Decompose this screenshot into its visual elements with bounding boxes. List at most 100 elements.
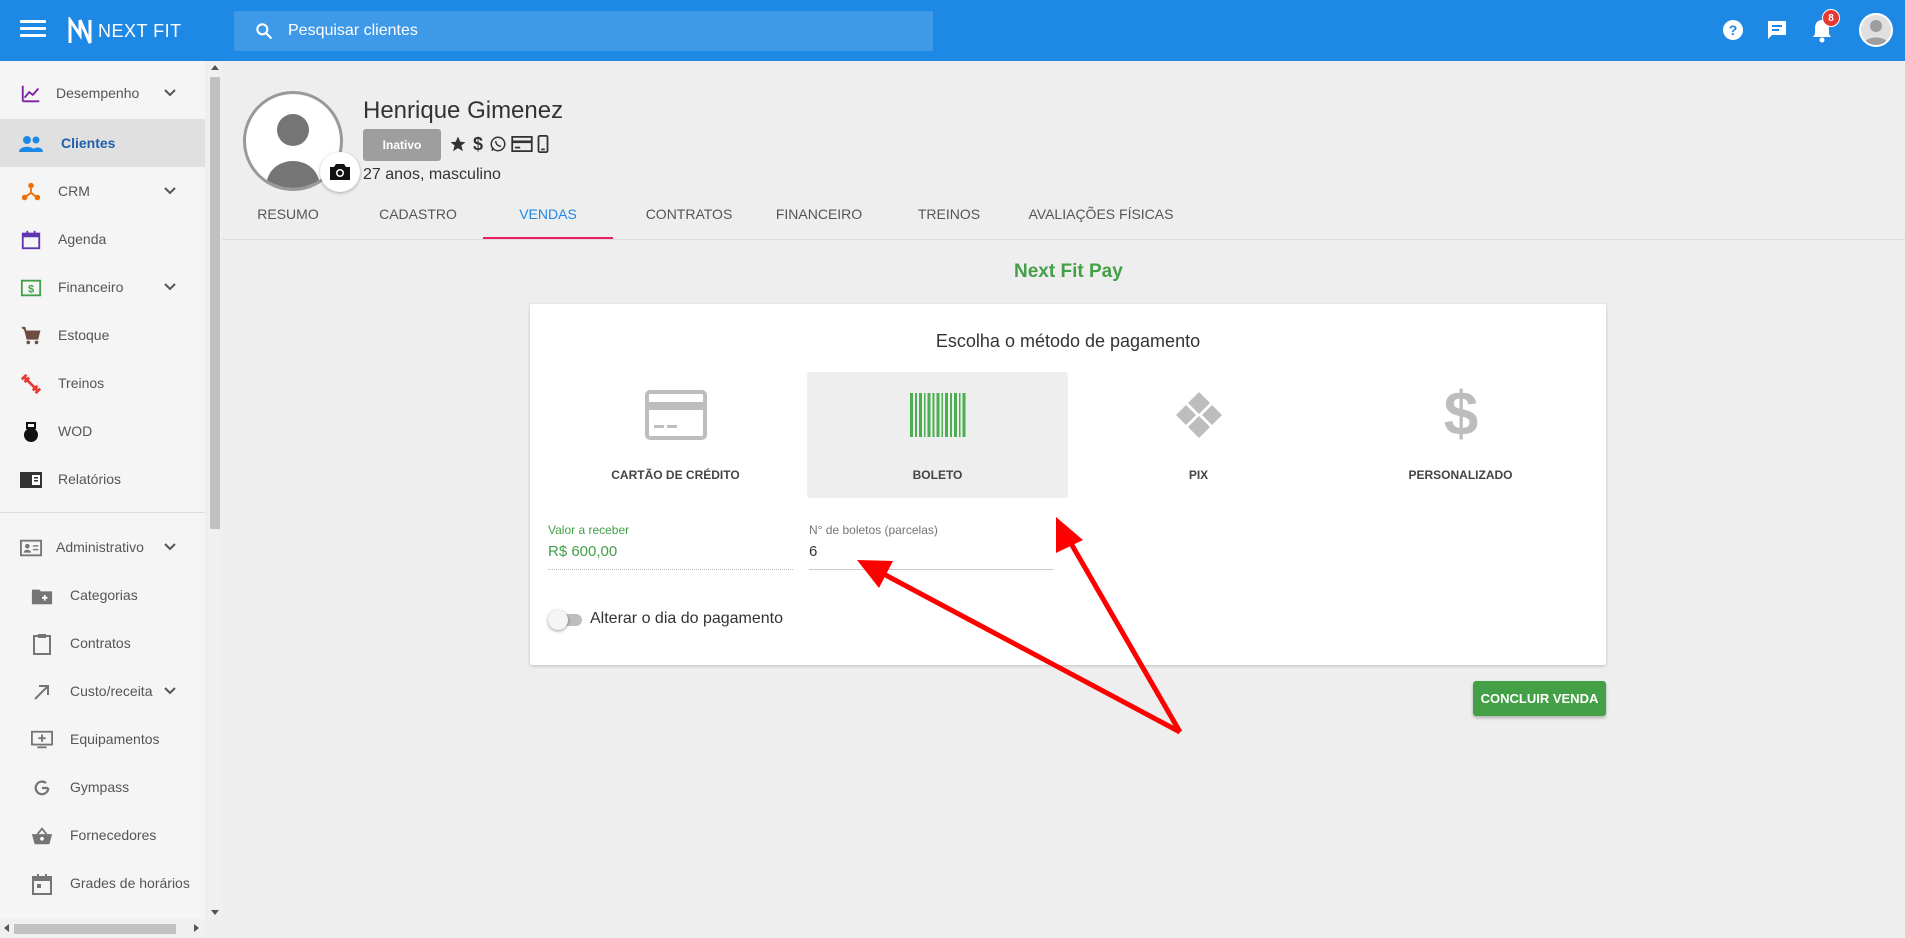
search-icon xyxy=(256,23,273,40)
sidebar-item-label: Contratos xyxy=(70,635,131,651)
sidebar-horizontal-scrollbar[interactable] xyxy=(0,919,205,938)
chevron-down-icon xyxy=(164,89,176,97)
sidebar-item-label: Desempenho xyxy=(56,85,140,101)
client-name: Henrique Gimenez xyxy=(363,97,564,124)
sidebar-vertical-scrollbar[interactable] xyxy=(208,61,222,919)
sidebar-item-label: Equipamentos xyxy=(70,731,160,747)
credit-card-icon xyxy=(644,390,707,440)
change-photo-button[interactable] xyxy=(320,152,360,192)
menu-icon[interactable] xyxy=(20,20,46,40)
sidebar-item-label: Categorias xyxy=(70,587,138,603)
sidebar-item-relatorios[interactable]: Relatórios xyxy=(0,455,205,503)
tab-resumo[interactable]: RESUMO xyxy=(236,199,340,239)
sidebar-item-custo-receita[interactable]: Custo/receita xyxy=(0,667,205,715)
sidebar-item-label: Gympass xyxy=(70,779,130,795)
search-input[interactable] xyxy=(288,11,918,51)
sidebar-item-grades-de-horarios[interactable]: Grades de horários xyxy=(0,859,205,907)
sidebar-item-label: Clientes xyxy=(61,135,116,151)
method-personalizado[interactable]: $ PERSONALIZADO xyxy=(1330,372,1591,498)
svg-text:$: $ xyxy=(1443,385,1477,445)
barcode-icon xyxy=(909,393,965,437)
amount-field[interactable]: Valor a receber R$ 600,00 xyxy=(548,523,793,570)
chat-icon[interactable] xyxy=(1765,18,1789,42)
next-fit-logo-icon xyxy=(68,17,92,44)
report-icon xyxy=(19,468,43,492)
sidebar-item-wod[interactable]: WOD xyxy=(0,407,205,455)
svg-text:?: ? xyxy=(1729,22,1738,38)
sidebar-item-agenda[interactable]: Agenda xyxy=(0,215,205,263)
amount-value: R$ 600,00 xyxy=(548,543,618,560)
method-label: PIX xyxy=(1188,468,1209,482)
app-logo[interactable]: NEXT FIT xyxy=(67,16,182,46)
installments-label: N° de boletos (parcelas) xyxy=(809,523,938,537)
method-label: CARTÃO DE CRÉDITO xyxy=(611,468,740,482)
sidebar-item-clientes[interactable]: Clientes xyxy=(0,119,205,167)
method-credit-card[interactable]: CARTÃO DE CRÉDITO xyxy=(545,372,806,498)
installments-input[interactable]: 6 xyxy=(809,543,1049,567)
sidebar-item-label: CRM xyxy=(58,183,90,199)
change-payment-day-label: Alterar o dia do pagamento xyxy=(590,610,784,627)
installments-underline xyxy=(809,569,1054,570)
method-boleto[interactable]: BOLETO xyxy=(807,372,1068,498)
scroll-left-arrow[interactable] xyxy=(4,924,9,932)
payment-card: Escolha o método de pagamento CARTÃO DE … xyxy=(530,304,1606,665)
scrollbar-thumb[interactable] xyxy=(14,924,176,934)
sidebar-item-fornecedores[interactable]: Fornecedores xyxy=(0,811,205,859)
notification-badge: 8 xyxy=(1822,9,1840,27)
sidebar-item-label: Relatórios xyxy=(58,471,122,487)
whatsapp-icon xyxy=(490,136,506,152)
svg-text:$: $ xyxy=(473,134,483,154)
sidebar-item-label: Custo/receita xyxy=(70,683,153,699)
status-badge: Inativo xyxy=(363,129,441,161)
sidebar-item-desempenho[interactable]: Desempenho xyxy=(0,69,205,117)
tab-financeiro[interactable]: FINANCEIRO xyxy=(757,199,881,239)
tab-vendas[interactable]: VENDAS xyxy=(483,199,613,239)
amount-label: Valor a receber xyxy=(548,523,630,537)
scroll-down-arrow[interactable] xyxy=(211,910,219,915)
sidebar-item-administrativo[interactable]: Administrativo xyxy=(0,523,205,571)
user-avatar[interactable] xyxy=(1859,13,1893,47)
client-tabs: RESUMO CADASTRO VENDAS CONTRATOS FINANCE… xyxy=(222,199,1905,240)
scrollbar-thumb[interactable] xyxy=(210,77,220,529)
change-payment-day-toggle[interactable] xyxy=(548,610,584,630)
sidebar-item-contratos[interactable]: Contratos xyxy=(0,619,205,667)
method-pix[interactable]: PIX xyxy=(1068,372,1329,498)
amount-underline xyxy=(548,569,793,570)
user-avatar-icon xyxy=(1864,20,1888,45)
tab-cadastro[interactable]: CADASTRO xyxy=(366,199,470,239)
sidebar-item-label: Fornecedores xyxy=(70,827,157,843)
cart-icon xyxy=(19,324,43,348)
sidebar-divider xyxy=(0,512,205,513)
sidebar-item-financeiro[interactable]: $ Financeiro xyxy=(0,263,205,311)
sidebar-item-estoque[interactable]: Estoque xyxy=(0,311,205,359)
chevron-down-icon xyxy=(164,187,176,195)
logo-text: NEXT FIT xyxy=(98,20,182,41)
tab-treinos[interactable]: TREINOS xyxy=(887,199,1011,239)
tab-avaliacoes-fisicas[interactable]: AVALIAÇÕES FÍSICAS xyxy=(1009,199,1193,239)
sidebar-item-label: Administrativo xyxy=(56,539,144,555)
calendar-icon xyxy=(19,228,43,252)
basket-icon xyxy=(30,824,54,848)
sidebar-item-equipamentos[interactable]: Equipamentos xyxy=(0,715,205,763)
dollar-icon: $ xyxy=(1443,385,1477,445)
payment-section-title: Next Fit Pay xyxy=(1014,261,1123,282)
svg-text:$: $ xyxy=(28,284,34,296)
search-bar[interactable] xyxy=(234,11,933,51)
sidebar-item-categorias[interactable]: Categorias xyxy=(0,571,205,619)
sidebar-item-gympass[interactable]: Gympass xyxy=(0,763,205,811)
help-icon[interactable]: ? xyxy=(1721,18,1745,42)
sidebar-item-label: WOD xyxy=(58,423,93,439)
id-card-icon xyxy=(19,536,43,560)
sidebar-item-treinos[interactable]: Treinos xyxy=(0,359,205,407)
conclude-sale-button[interactable]: CONCLUIR VENDA xyxy=(1473,681,1606,716)
tab-contratos[interactable]: CONTRATOS xyxy=(627,199,751,239)
chevron-down-icon xyxy=(164,687,176,695)
scroll-up-arrow[interactable] xyxy=(211,65,219,70)
sidebar-item-crm[interactable]: CRM xyxy=(0,167,205,215)
installments-field[interactable]: N° de boletos (parcelas) 6 xyxy=(809,523,1054,570)
scroll-right-arrow[interactable] xyxy=(194,924,199,932)
method-label: PERSONALIZADO xyxy=(1408,468,1513,482)
client-flags: $ xyxy=(449,134,549,154)
money-icon: $ xyxy=(19,276,43,300)
dollar-icon: $ xyxy=(473,134,483,154)
